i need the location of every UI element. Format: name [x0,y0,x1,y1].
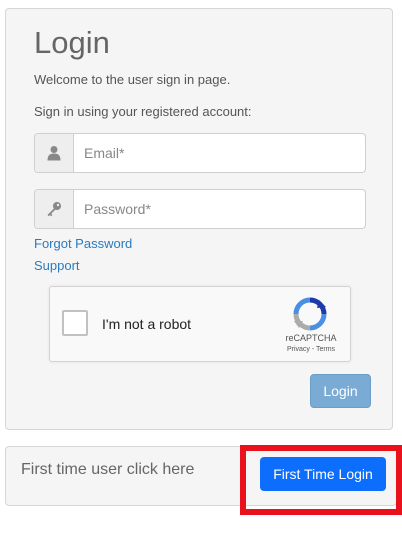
key-icon [35,190,74,228]
recaptcha-logo-icon [293,297,327,336]
user-icon [35,134,74,172]
login-title: Login [34,25,110,60]
email-input[interactable] [74,134,365,172]
welcome-text: Welcome to the user sign in page. [34,72,231,87]
recaptcha-widget: I'm not a robot reCAPTCHA Privacy - Term… [49,286,351,362]
password-input[interactable] [74,190,365,228]
recaptcha-checkbox[interactable] [62,310,88,336]
recaptcha-terms-link[interactable]: Terms [316,346,335,353]
first-time-login-button[interactable]: First Time Login [260,457,386,491]
email-field [34,133,366,173]
first-time-text: First time user click here [21,461,195,478]
login-button[interactable]: Login [310,374,371,408]
password-field [34,189,366,229]
recaptcha-privacy-terms: Privacy - Terms [272,346,350,353]
recaptcha-privacy-link[interactable]: Privacy [287,346,310,353]
recaptcha-label: I'm not a robot [102,316,192,332]
recaptcha-brand: reCAPTCHA [285,333,337,343]
signin-instructions: Sign in using your registered account: [34,104,252,119]
login-panel: Login Welcome to the user sign in page. … [5,8,393,430]
forgot-password-link[interactable]: Forgot Password [34,236,132,251]
support-link[interactable]: Support [34,258,80,273]
